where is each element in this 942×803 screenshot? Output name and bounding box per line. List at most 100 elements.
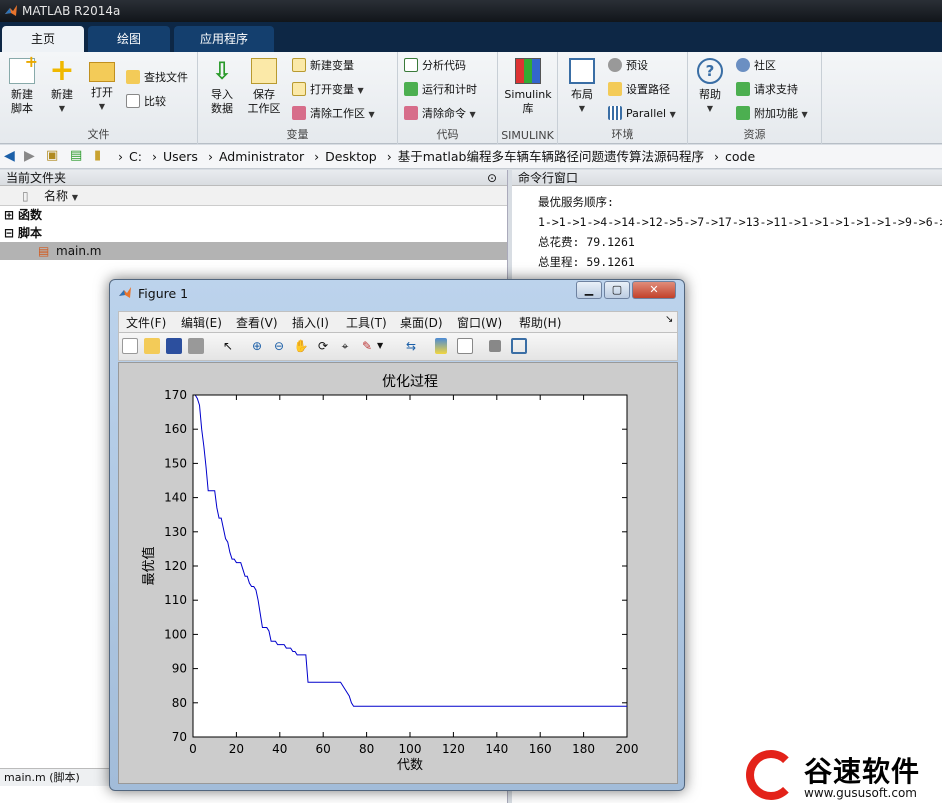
menu-edit[interactable]: 编辑(E) bbox=[181, 314, 222, 331]
expand-icon[interactable]: ⊞ bbox=[4, 206, 14, 224]
set-path-button[interactable]: 设置路径 bbox=[608, 80, 670, 100]
pan-icon[interactable]: ✋ bbox=[293, 338, 309, 354]
x-tick-label: 60 bbox=[316, 742, 331, 756]
menu-desktop[interactable]: 桌面(D) bbox=[400, 314, 443, 331]
column-header-name[interactable]: ▯ 名称 ▼ bbox=[0, 186, 507, 206]
close-button[interactable]: ✕ bbox=[632, 281, 676, 299]
menu-insert[interactable]: 插入(I) bbox=[292, 314, 329, 331]
crumb-desktop[interactable]: Desktop bbox=[325, 149, 377, 164]
zoom-out-icon[interactable]: ⊖ bbox=[271, 338, 287, 354]
figure-canvas: 优化过程 代数 最优值 0 20 40 60 80 100 120 140 160 180 200 7… bbox=[118, 362, 678, 784]
find-files-button[interactable]: 查找文件 bbox=[126, 68, 188, 88]
print-icon[interactable] bbox=[188, 338, 204, 354]
command-window-header: 命令行窗口 bbox=[512, 170, 942, 186]
up-folder-icon[interactable]: ▣ bbox=[46, 148, 58, 163]
save-icon[interactable] bbox=[166, 338, 182, 354]
crumb-drive[interactable]: C: bbox=[129, 149, 142, 164]
pointer-icon[interactable]: ↖ bbox=[220, 338, 236, 354]
simulink-library-button[interactable]: Simulink 库 bbox=[504, 58, 552, 116]
open-file-icon[interactable] bbox=[144, 338, 160, 354]
x-tick-label: 120 bbox=[442, 742, 465, 756]
group-environment: 布局 ▼ 预设 设置路径 Parallel ▼ 环境 bbox=[558, 52, 688, 144]
show-plot-tools-icon[interactable] bbox=[511, 338, 527, 354]
app-title-bar: MATLAB R2014a bbox=[0, 0, 942, 22]
dock-icon[interactable]: ↘ bbox=[665, 314, 673, 325]
new-figure-icon[interactable] bbox=[122, 338, 138, 354]
y-tick-label: 130 bbox=[164, 525, 187, 539]
output-line: 最优服务顺序: bbox=[538, 195, 614, 209]
panel-menu-icon[interactable]: ⊙ bbox=[487, 170, 497, 186]
group-functions[interactable]: ⊞ 函数 bbox=[0, 206, 507, 224]
minimize-button[interactable]: ▁ bbox=[576, 281, 602, 299]
find-files-icon bbox=[126, 70, 140, 84]
x-tick-label: 140 bbox=[485, 742, 508, 756]
tab-home[interactable]: 主页 bbox=[2, 26, 84, 52]
colorbar-icon[interactable] bbox=[435, 338, 447, 354]
analyze-code-button[interactable]: 分析代码 bbox=[404, 56, 466, 76]
link-icon[interactable]: ⇆ bbox=[403, 338, 419, 354]
layout-icon bbox=[569, 58, 595, 84]
crumb-code[interactable]: code bbox=[725, 149, 755, 164]
output-line: 总里程: 59.1261 bbox=[538, 255, 635, 269]
watermark-logo bbox=[746, 750, 796, 800]
clear-commands-button[interactable]: 清除命令 ▼ bbox=[404, 104, 476, 124]
import-data-button[interactable]: ⇩ 导入 数据 bbox=[202, 58, 242, 116]
browse-folder-icon[interactable]: ▤ bbox=[70, 148, 82, 163]
gear-icon bbox=[608, 58, 622, 72]
x-tick-label: 200 bbox=[616, 742, 639, 756]
output-line: 总花费: 79.1261 bbox=[538, 235, 635, 249]
new-variable-button[interactable]: 新建变量 bbox=[292, 56, 354, 76]
open-variable-icon bbox=[292, 82, 306, 96]
zoom-in-icon[interactable]: ⊕ bbox=[249, 338, 265, 354]
menu-file[interactable]: 文件(F) bbox=[126, 314, 166, 331]
legend-icon[interactable] bbox=[457, 338, 473, 354]
file-row-main[interactable]: ▤ main.m bbox=[0, 242, 507, 260]
menu-view[interactable]: 查看(V) bbox=[236, 314, 278, 331]
tab-plots[interactable]: 绘图 bbox=[88, 26, 170, 52]
layout-button[interactable]: 布局 ▼ bbox=[562, 58, 602, 116]
community-button[interactable]: 社区 bbox=[736, 56, 776, 76]
preferences-button[interactable]: 预设 bbox=[608, 56, 648, 76]
rotate-icon[interactable]: ⟳ bbox=[315, 338, 331, 354]
crumb-administrator[interactable]: Administrator bbox=[219, 149, 304, 164]
crumb-project[interactable]: 基于matlab编程多车辆车辆路径问题遗传算法源码程序 bbox=[398, 149, 704, 164]
request-support-button[interactable]: 请求支持 bbox=[736, 80, 798, 100]
compare-button[interactable]: 比较 bbox=[126, 92, 166, 112]
hide-plot-tools-icon[interactable] bbox=[489, 340, 501, 352]
x-tick-label: 80 bbox=[359, 742, 374, 756]
open-button[interactable]: 打开 ▼ bbox=[82, 58, 122, 114]
forward-icon[interactable]: ▶ bbox=[24, 148, 35, 164]
figure-title: Figure 1 bbox=[138, 286, 189, 301]
brush-dropdown-icon[interactable]: ▼ bbox=[377, 338, 393, 354]
open-variable-button[interactable]: 打开变量 ▼ bbox=[292, 80, 364, 100]
x-tick-label: 0 bbox=[189, 742, 197, 756]
maximize-button[interactable]: ▢ bbox=[604, 281, 630, 299]
save-workspace-button[interactable]: 保存 工作区 bbox=[244, 58, 284, 116]
tab-apps[interactable]: 应用程序 bbox=[174, 26, 274, 52]
collapse-icon[interactable]: ⊟ bbox=[4, 224, 14, 242]
data-cursor-icon[interactable]: ⌖ bbox=[337, 338, 353, 354]
clear-workspace-button[interactable]: 清除工作区 ▼ bbox=[292, 104, 375, 124]
new-script-button[interactable]: + 新建 脚本 bbox=[2, 54, 42, 116]
menu-window[interactable]: 窗口(W) bbox=[457, 314, 502, 331]
back-icon[interactable]: ◀ bbox=[4, 148, 15, 164]
group-resources: ? 帮助 ▼ 社区 请求支持 附加功能 ▼ 资源 bbox=[688, 52, 822, 144]
group-simulink-label: SIMULINK bbox=[501, 129, 554, 142]
group-scripts[interactable]: ⊟ 脚本 bbox=[0, 224, 507, 242]
chart-title: 优化过程 bbox=[382, 374, 438, 390]
parallel-button[interactable]: Parallel ▼ bbox=[608, 104, 676, 124]
menu-tools[interactable]: 工具(T) bbox=[346, 314, 387, 331]
menu-help[interactable]: 帮助(H) bbox=[519, 314, 561, 331]
path-icon bbox=[608, 82, 622, 96]
parallel-icon bbox=[608, 106, 622, 120]
y-tick-label: 160 bbox=[164, 422, 187, 436]
new-button[interactable]: + 新建 ▼ bbox=[42, 56, 82, 116]
breadcrumb: › C: › Users › Administrator › Desktop › 基于ma… bbox=[118, 149, 756, 164]
run-and-time-button[interactable]: 运行和计时 bbox=[404, 80, 477, 100]
help-button[interactable]: ? 帮助 ▼ bbox=[690, 58, 730, 116]
figure-window[interactable]: Figure 1 ▁ ▢ ✕ 文件(F) 编辑(E) 查看(V) 插入(I) 工… bbox=[109, 279, 685, 791]
brush-icon[interactable]: ✎ bbox=[359, 338, 375, 354]
eraser-icon bbox=[404, 106, 418, 120]
add-ons-button[interactable]: 附加功能 ▼ bbox=[736, 104, 808, 124]
crumb-users[interactable]: Users bbox=[163, 149, 198, 164]
